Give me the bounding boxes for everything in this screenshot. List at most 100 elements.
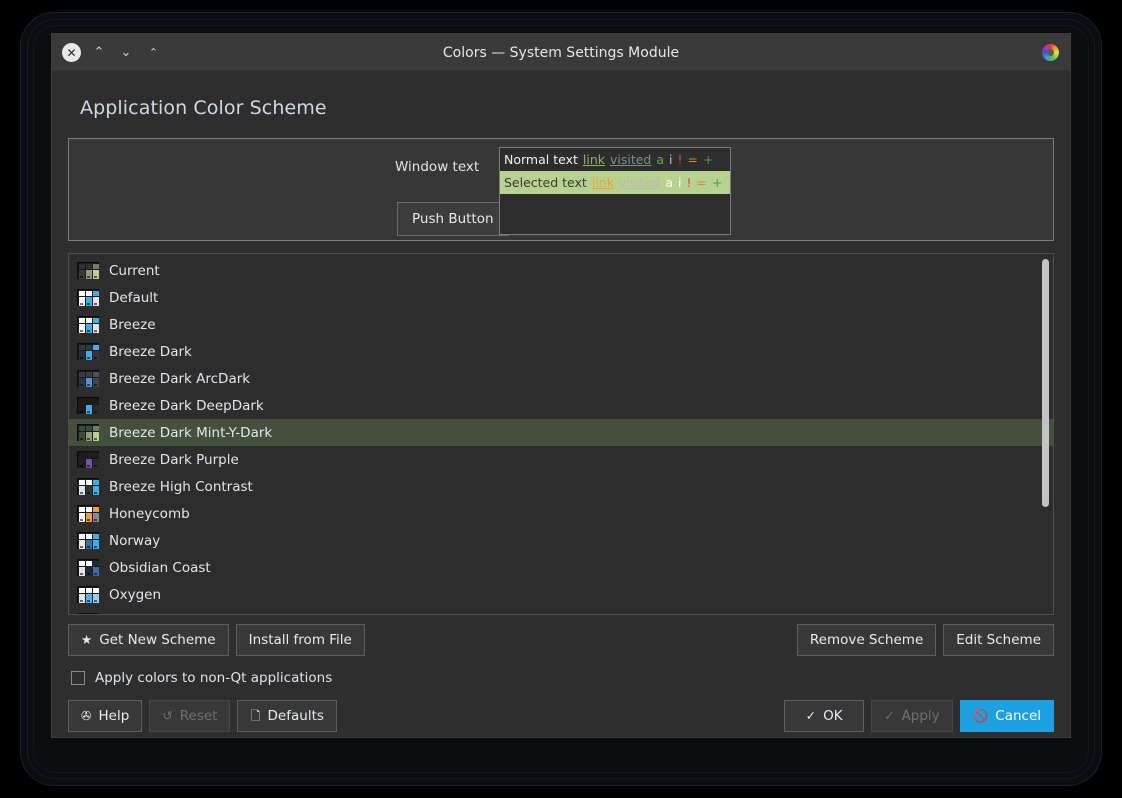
scheme-list-item[interactable]: Oxygen xyxy=(69,581,1053,608)
scheme-list-item[interactable]: Breeze Dark ArcDark xyxy=(69,365,1053,392)
help-button[interactable]: ✇ Help xyxy=(68,700,143,732)
help-icon: ✇ xyxy=(81,707,92,723)
window-titlebar: ✕ ⌃ ⌄ ⌃ Colors — System Settings Module xyxy=(52,34,1070,71)
preview-selected-inactive: i xyxy=(678,175,682,190)
scheme-list-item[interactable]: Breeze Dark xyxy=(69,338,1053,365)
scheme-list-item[interactable]: Breeze Dark Purple xyxy=(69,446,1053,473)
scheme-thumbnail-icon xyxy=(77,424,99,441)
scheme-thumbnail-icon xyxy=(77,370,99,387)
preview-row-selected: Selected text link visited a i ! = + xyxy=(500,171,730,194)
dialog-buttons-right: ✓ OK ✓ Apply 🚫 Cancel xyxy=(784,700,1054,732)
preview-pane: Normal text link visited a i ! = + Selec… xyxy=(499,147,731,235)
install-from-file-label: Install from File xyxy=(248,632,352,648)
preview-selected-text: Selected text xyxy=(504,175,587,190)
scheme-thumbnail-icon xyxy=(77,343,99,360)
window-text-label: Window text xyxy=(395,159,480,175)
scheme-item-label: Breeze Dark xyxy=(109,343,192,360)
ok-button[interactable]: ✓ OK xyxy=(784,700,865,732)
edit-scheme-button[interactable]: Edit Scheme xyxy=(943,624,1054,656)
titlebar-button-group: ✕ ⌃ ⌄ ⌃ xyxy=(62,34,162,71)
scheme-item-label: Breeze Dark Mint-Y-Dark xyxy=(109,424,273,441)
scheme-thumbnail-icon xyxy=(77,316,99,333)
scheme-list-item[interactable]: Current xyxy=(69,257,1053,284)
scheme-item-label: Honeycomb xyxy=(109,505,190,522)
apply-non-qt-row: Apply colors to non-Qt applications xyxy=(68,670,1054,686)
preview-normal-text: Normal text xyxy=(504,152,578,167)
help-label: Help xyxy=(98,708,130,724)
scheme-thumbnail-icon xyxy=(77,505,99,522)
chevrons-up-icon[interactable]: ⌃ xyxy=(144,44,162,62)
check-icon: ✓ xyxy=(805,707,817,723)
defaults-label: Defaults xyxy=(267,708,324,724)
preview-normal-inactive: i xyxy=(669,152,673,167)
reset-label: Reset xyxy=(179,708,218,724)
color-scheme-list[interactable]: Current Default Breeze Breeze Dark Breeze Da… xyxy=(68,253,1054,615)
preview-selected-visited[interactable]: visited xyxy=(619,175,660,190)
preview-normal-visited[interactable]: visited xyxy=(610,152,651,167)
scheme-thumbnail-icon xyxy=(77,451,99,468)
close-icon[interactable]: ✕ xyxy=(62,43,81,62)
preview-selected-positive: + xyxy=(712,175,723,190)
scheme-item-label: Breeze Dark ArcDark xyxy=(109,370,251,387)
scheme-item-label: Default xyxy=(109,289,159,306)
reset-icon: ↺ xyxy=(162,707,173,723)
preview-selected-negative: ! xyxy=(686,175,692,190)
scheme-thumbnail-icon xyxy=(77,613,99,614)
apply-button: ✓ Apply xyxy=(871,700,953,732)
scheme-thumbnail-icon xyxy=(77,397,99,414)
chevron-up-icon[interactable]: ⌃ xyxy=(90,44,108,62)
scheme-item-label: Breeze Dark Purple xyxy=(109,451,239,468)
scheme-list-item[interactable]: Honeycomb xyxy=(69,500,1053,527)
scheme-list-scrollbar[interactable] xyxy=(1041,257,1050,611)
scheme-thumbnail-icon xyxy=(77,289,99,306)
page-title: Application Color Scheme xyxy=(80,97,327,119)
document-icon: 🗋 xyxy=(250,707,261,723)
scheme-list-item[interactable]: Default xyxy=(69,284,1053,311)
scheme-actions-right: Remove Scheme Edit Scheme xyxy=(796,624,1054,656)
dialog-button-bar: ✇ Help ↺ Reset 🗋 Defaults ✓ OK ✓ Apply 🚫… xyxy=(68,700,1054,748)
get-new-scheme-label: Get New Scheme xyxy=(99,632,216,648)
cancel-button[interactable]: 🚫 Cancel xyxy=(959,700,1054,732)
scrollbar-thumb[interactable] xyxy=(1042,259,1049,507)
apply-non-qt-label[interactable]: Apply colors to non-Qt applications xyxy=(95,670,332,686)
scheme-list-item[interactable]: Breeze High Contrast xyxy=(69,473,1053,500)
preview-selected-link[interactable]: link xyxy=(592,175,614,190)
apply-non-qt-checkbox[interactable] xyxy=(71,671,85,685)
remove-scheme-label: Remove Scheme xyxy=(809,632,924,648)
reset-button: ↺ Reset xyxy=(149,700,231,732)
scheme-thumbnail-icon xyxy=(77,586,99,603)
scheme-actions-left: ★ Get New Scheme Install from File xyxy=(68,624,365,656)
color-preview-group: Window text Push Button Normal text link… xyxy=(68,138,1054,241)
cancel-label: Cancel xyxy=(995,708,1041,724)
scheme-list-item[interactable]: Norway xyxy=(69,527,1053,554)
scheme-thumbnail-icon xyxy=(77,262,99,279)
scheme-list-item[interactable]: Breeze Dark Mint-Y-Dark xyxy=(69,419,1053,446)
preview-selected-active: a xyxy=(665,175,674,190)
preview-normal-positive: + xyxy=(703,152,714,167)
apply-label: Apply xyxy=(901,708,940,724)
scheme-list-item[interactable]: Obsidian Coast xyxy=(69,554,1053,581)
dialog-buttons-left: ✇ Help ↺ Reset 🗋 Defaults xyxy=(68,700,337,732)
scheme-item-label: Breeze High Contrast xyxy=(109,478,253,495)
scheme-thumbnail-icon xyxy=(77,559,99,576)
scheme-list-item[interactable]: Breeze Dark DeepDark xyxy=(69,392,1053,419)
preview-normal-neutral: = xyxy=(687,152,699,167)
install-from-file-button[interactable]: Install from File xyxy=(235,624,365,656)
defaults-button[interactable]: 🗋 Defaults xyxy=(237,700,337,732)
scheme-item-label: Oxygen xyxy=(109,586,162,603)
push-button-sample[interactable]: Push Button xyxy=(397,202,509,236)
scheme-actions-bar: ★ Get New Scheme Install from File Remov… xyxy=(68,624,1054,656)
scheme-list-item[interactable] xyxy=(69,608,1053,614)
chevron-down-icon[interactable]: ⌄ xyxy=(117,44,135,62)
scheme-item-label: Breeze xyxy=(109,316,156,333)
scheme-thumbnail-icon xyxy=(77,532,99,549)
get-new-scheme-button[interactable]: ★ Get New Scheme xyxy=(68,624,229,656)
remove-scheme-button[interactable]: Remove Scheme xyxy=(796,624,937,656)
scheme-item-label: Obsidian Coast xyxy=(109,559,211,576)
check-icon-apply: ✓ xyxy=(884,707,895,723)
color-wheel-icon[interactable] xyxy=(1042,44,1059,61)
preview-normal-link[interactable]: link xyxy=(583,152,605,167)
scheme-list-item[interactable]: Breeze xyxy=(69,311,1053,338)
preview-row-normal: Normal text link visited a i ! = + xyxy=(500,148,730,171)
scheme-item-label: Norway xyxy=(109,532,161,549)
